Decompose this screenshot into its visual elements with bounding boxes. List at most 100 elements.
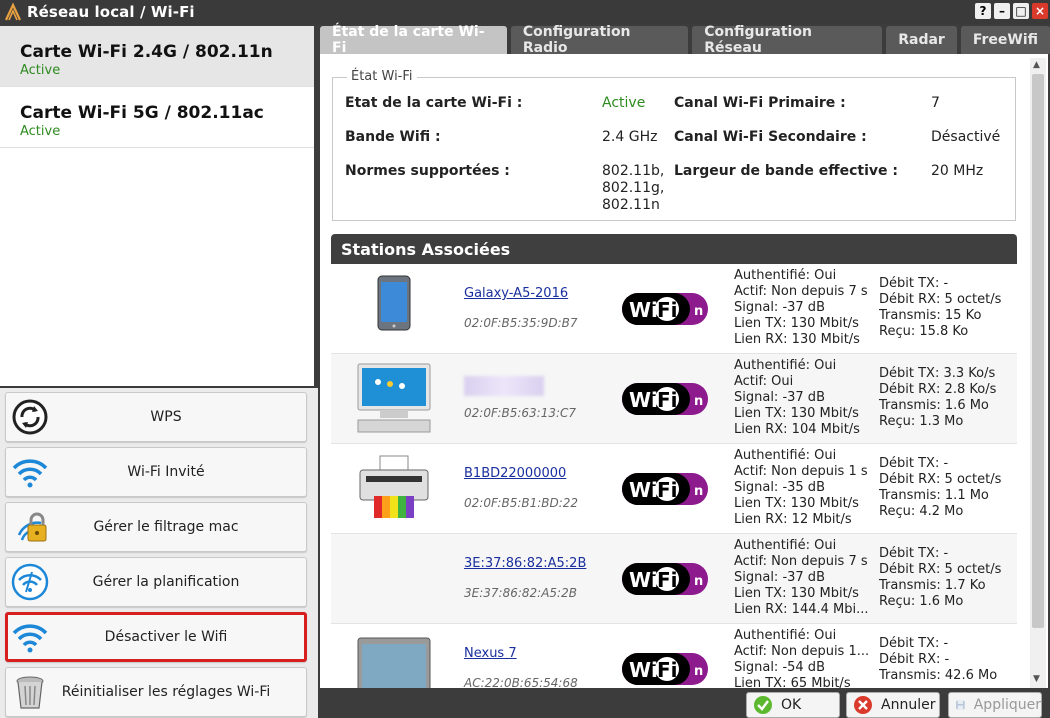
dialog-buttons: OK Annuler Appliquer xyxy=(320,688,1050,718)
station-mac: 02:0F:B5:B1:BD:22 xyxy=(464,496,579,510)
reset-wifi-button[interactable]: Réinitialiser les réglages Wi-Fi xyxy=(5,667,307,717)
wifi-logo-n: n xyxy=(694,394,703,409)
station-info-line: Lien TX: 130 Mbit/s xyxy=(734,586,859,601)
station-info-line: Débit TX: - xyxy=(879,456,949,471)
station-mac: 02:0F:B5:63:13:C7 xyxy=(464,406,577,420)
station-name-link[interactable]: Nexus 7 xyxy=(464,646,517,661)
action-label: Wi-Fi Invité xyxy=(127,464,205,480)
scroll-thumb[interactable] xyxy=(1032,74,1044,628)
card-state-value: Active xyxy=(602,95,646,111)
wifi-logo-n: n xyxy=(694,484,703,499)
station-info-line: Authentifié: Oui xyxy=(734,538,837,553)
wifi-logo-fi: Fi xyxy=(657,658,678,682)
card-status: Active xyxy=(20,63,61,78)
station-traffic-info: Débit TX: - Débit RX: 5 octet/s Transmis: … xyxy=(879,276,1001,340)
printer-icon xyxy=(359,455,429,518)
disable-wifi-button[interactable]: Désactiver le Wifi xyxy=(5,612,307,662)
wifi-logo-wi: Wi xyxy=(629,478,658,502)
ok-button[interactable]: OK xyxy=(746,692,840,718)
tab-content: État Wi-Fi Etat de la carte Wi-Fi : Acti… xyxy=(320,54,1048,688)
scroll-up-icon[interactable]: ▲ xyxy=(1033,60,1040,70)
wps-button[interactable]: WPS xyxy=(5,392,307,442)
cancel-label: Annuler xyxy=(881,697,936,713)
station-info-line: Signal: -37 dB xyxy=(734,390,825,405)
mac-filter-button[interactable]: Gérer le filtrage mac xyxy=(5,502,307,552)
action-label: WPS xyxy=(150,409,182,425)
station-info-line: Authentifié: Oui xyxy=(734,268,837,283)
station-info-line: Lien RX: 104 Mbit/s xyxy=(734,422,860,437)
wifi-card-list: Carte Wi-Fi 2.4G / 802.11n Active Carte … xyxy=(0,26,314,386)
station-row: 3E:37:86:82:A5:2B 3E:37:86:82:A5:2B Wi Fi n A… xyxy=(331,534,1017,624)
station-info-line: Débit TX: 3.3 Ko/s xyxy=(879,366,996,381)
apply-button[interactable]: Appliquer xyxy=(948,692,1042,718)
station-info-line: Transmis: 1.1 Mo xyxy=(879,488,989,503)
tab-radar[interactable]: Radar xyxy=(886,26,957,54)
cancel-button[interactable]: Annuler xyxy=(846,692,940,718)
secondary-channel-value: Désactivé xyxy=(931,129,1001,145)
wifi-logo-wi: Wi xyxy=(629,388,658,412)
station-info-line: Authentifié: Oui xyxy=(734,448,837,463)
station-info-line: Reçu: 15.8 Ko xyxy=(879,324,969,339)
maximize-button[interactable]: □ xyxy=(1013,3,1029,19)
station-info-line: Débit RX: - xyxy=(879,652,950,667)
station-info-line: Signal: -37 dB xyxy=(734,570,825,585)
station-info-line: Débit RX: 2.8 Ko/s xyxy=(879,382,997,397)
station-name-link[interactable]: 3E:37:86:82:A5:2B xyxy=(464,556,586,571)
station-name-link[interactable]: Galaxy-A5-2016 xyxy=(464,286,568,301)
wifi-logo-wi: Wi xyxy=(629,298,658,322)
station-mac: AC:22:0B:65:54:68 xyxy=(464,676,578,688)
help-button[interactable]: ? xyxy=(975,3,991,19)
action-panel: WPS Wi-Fi Invité Gérer le filtrage mac G… xyxy=(0,388,318,718)
card-item-5g[interactable]: Carte Wi-Fi 5G / 802.11ac Active xyxy=(0,87,314,148)
station-info-line: Transmis: 1.6 Mo xyxy=(879,398,989,413)
station-info-line: Actif: Oui xyxy=(734,374,794,389)
station-info-line: Lien TX: 130 Mbit/s xyxy=(734,316,859,331)
close-button[interactable]: × xyxy=(1032,3,1048,19)
primary-channel-value: 7 xyxy=(931,95,940,111)
station-row: 02:0F:B5:63:13:C7 Wi Fi n Authentifié: Oui Ac… xyxy=(331,354,1017,444)
station-info-line: Authentifié: Oui xyxy=(734,358,837,373)
wifi-logo-n: n xyxy=(694,304,703,319)
station-info-line: Lien RX: 144.4 Mbi... xyxy=(734,602,869,617)
app-logo-icon xyxy=(5,2,21,21)
wifi-n-logo-icon: Wi Fi n xyxy=(622,293,708,325)
minimize-button[interactable]: – xyxy=(994,3,1010,19)
tab-freewifi[interactable]: FreeWifi xyxy=(960,26,1050,54)
station-link-info: Authentifié: Oui Actif: Oui Signal: -37 dB… xyxy=(734,358,860,438)
secondary-channel-label: Canal Wi-Fi Secondaire : xyxy=(674,129,867,145)
station-traffic-info: Débit TX: - Débit RX: - Transmis: 42.6 Mo xyxy=(879,636,997,684)
card-name: Carte Wi-Fi 2.4G / 802.11n xyxy=(20,42,273,62)
group-legend: État Wi-Fi xyxy=(347,69,417,84)
station-traffic-info: Débit TX: - Débit RX: 5 octet/s Transmis: … xyxy=(879,456,1001,520)
wifi-logo-fi: Fi xyxy=(657,388,678,412)
tab-bar: État de la carte Wi-Fi Configuration Rad… xyxy=(320,24,1050,56)
norms-label: Normes supportées : xyxy=(345,163,510,179)
station-info-line: Débit TX: - xyxy=(879,546,949,561)
station-info-line: Actif: Non depuis 1... xyxy=(734,644,870,659)
station-info-line: Reçu: 1.3 Mo xyxy=(879,414,964,429)
apply-label: Appliquer xyxy=(973,697,1041,713)
tab-wifi-card-state[interactable]: État de la carte Wi-Fi xyxy=(320,24,507,56)
station-info-line: Lien RX: 12 Mbit/s xyxy=(734,512,852,527)
card-name: Carte Wi-Fi 5G / 802.11ac xyxy=(20,103,264,123)
schedule-button[interactable]: Gérer la planification xyxy=(5,557,307,607)
tablet-icon xyxy=(377,275,411,331)
wifi-n-logo-icon: Wi Fi n xyxy=(622,383,708,415)
tab-radio-config[interactable]: Configuration Radio xyxy=(510,24,689,56)
station-mac: 3E:37:86:82:A5:2B xyxy=(464,586,577,600)
station-info-line: Débit RX: 5 octet/s xyxy=(879,292,1002,307)
guest-wifi-button[interactable]: Wi-Fi Invité xyxy=(5,447,307,497)
station-info-line: Débit TX: - xyxy=(879,276,949,291)
station-info-line: Lien TX: 130 Mbit/s xyxy=(734,406,859,421)
station-name-link[interactable]: B1BD22000000 xyxy=(464,466,566,481)
tab-network-config[interactable]: Configuration Réseau xyxy=(692,24,883,56)
card-item-2-4g[interactable]: Carte Wi-Fi 2.4G / 802.11n Active xyxy=(0,26,314,87)
station-info-line: Actif: Non depuis 1 s xyxy=(734,464,868,479)
scroll-down-icon[interactable]: ▼ xyxy=(1033,674,1040,684)
content-scrollbar[interactable]: ▲ ▼ xyxy=(1030,58,1046,688)
station-info-line: Actif: Non depuis 7 s xyxy=(734,554,868,569)
norms-value: 802.11b, 802.11g, 802.11n xyxy=(602,163,665,213)
band-value: 2.4 GHz xyxy=(602,129,658,145)
wifi-n-logo-icon: Wi Fi n xyxy=(622,473,708,505)
bandwidth-label: Largeur de bande effective : xyxy=(674,163,898,179)
